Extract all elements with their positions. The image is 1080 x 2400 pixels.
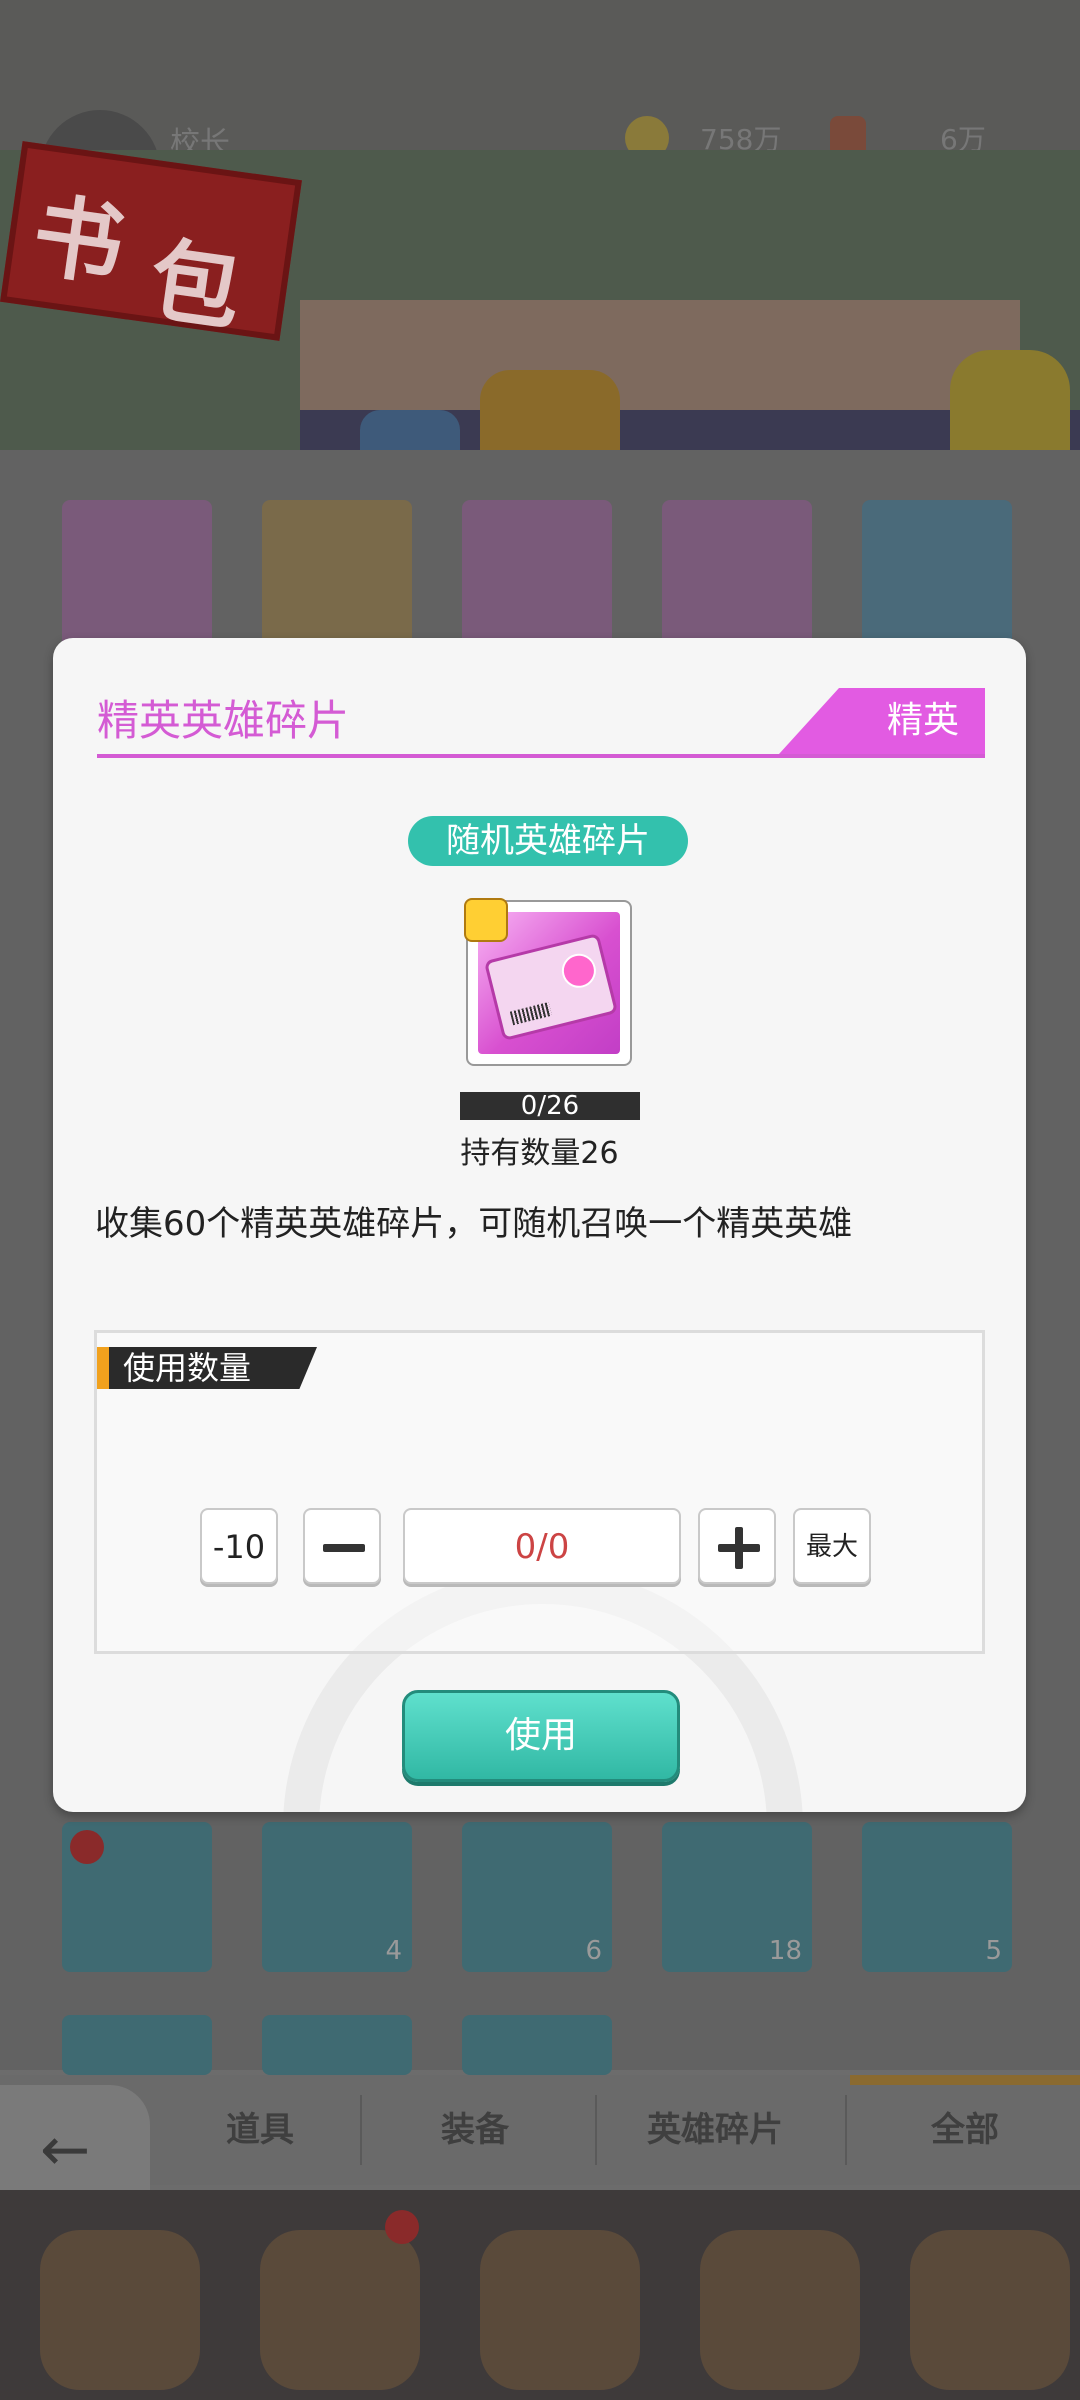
increment-button[interactable]	[698, 1508, 776, 1584]
fragment-progress: 0/26	[460, 1092, 640, 1120]
quantity-field[interactable]: 0/0	[403, 1508, 681, 1584]
item-slot[interactable]	[62, 1822, 212, 1972]
red-dot-badge	[70, 1830, 104, 1864]
max-button[interactable]: 最大	[793, 1508, 871, 1584]
minus-icon	[323, 1544, 365, 1552]
minus-10-button[interactable]: -10	[200, 1508, 278, 1584]
title-underline	[97, 754, 985, 758]
dock-button[interactable]	[40, 2230, 200, 2390]
item-detail-dialog: 精英英雄碎片 精英 随机英雄碎片 0/26 持有数量26 收集60个精英英雄碎片…	[53, 638, 1026, 1812]
dock-button[interactable]	[700, 2230, 860, 2390]
puzzle-piece-icon	[464, 898, 508, 942]
quantity-section-label: 使用数量	[97, 1347, 317, 1389]
item-slot[interactable]: 6	[462, 1822, 612, 1972]
dock-button[interactable]	[260, 2230, 420, 2390]
rarity-tag: 精英	[779, 688, 985, 754]
item-slot[interactable]: 4	[262, 1822, 412, 1972]
decrement-button[interactable]	[303, 1508, 381, 1584]
bottom-dock	[0, 2190, 1080, 2400]
item-icon-frame	[464, 898, 632, 1066]
active-tab-indicator	[850, 2075, 1080, 2085]
item-slot[interactable]	[462, 500, 612, 650]
item-slot[interactable]	[862, 500, 1012, 650]
item-slot[interactable]	[462, 2015, 612, 2075]
dialog-title: 精英英雄碎片	[97, 696, 350, 745]
item-slot[interactable]: 5	[862, 1822, 1012, 1972]
quantity-section: 使用数量	[94, 1330, 985, 1654]
back-arrow-icon: ←	[40, 2115, 91, 2185]
red-dot-badge	[385, 2210, 419, 2244]
item-slot[interactable]	[262, 500, 412, 650]
tab-all[interactable]: 全部	[850, 2075, 1080, 2185]
tab-hero-fragments[interactable]: 英雄碎片	[600, 2075, 830, 2185]
use-button[interactable]: 使用	[402, 1690, 680, 1782]
tab-props[interactable]: 道具	[170, 2075, 350, 2185]
category-tabs: 道具 装备 英雄碎片 全部	[0, 2075, 1080, 2185]
rarity-label: 精英	[886, 700, 959, 741]
owned-count: 持有数量26	[460, 1136, 619, 1171]
tab-equipment[interactable]: 装备	[370, 2075, 580, 2185]
item-description: 收集60个精英英雄碎片，可随机召唤一个精英英雄	[95, 1204, 853, 1244]
dock-button[interactable]	[910, 2230, 1070, 2390]
item-slot[interactable]	[262, 2015, 412, 2075]
dialog-header: 精英英雄碎片 精英	[97, 688, 985, 760]
item-slot[interactable]: 18	[662, 1822, 812, 1972]
category-pill: 随机英雄碎片	[408, 816, 688, 866]
item-slot[interactable]	[662, 500, 812, 650]
item-slot[interactable]	[62, 2015, 212, 2075]
dock-button[interactable]	[480, 2230, 640, 2390]
item-slot[interactable]	[62, 500, 212, 650]
